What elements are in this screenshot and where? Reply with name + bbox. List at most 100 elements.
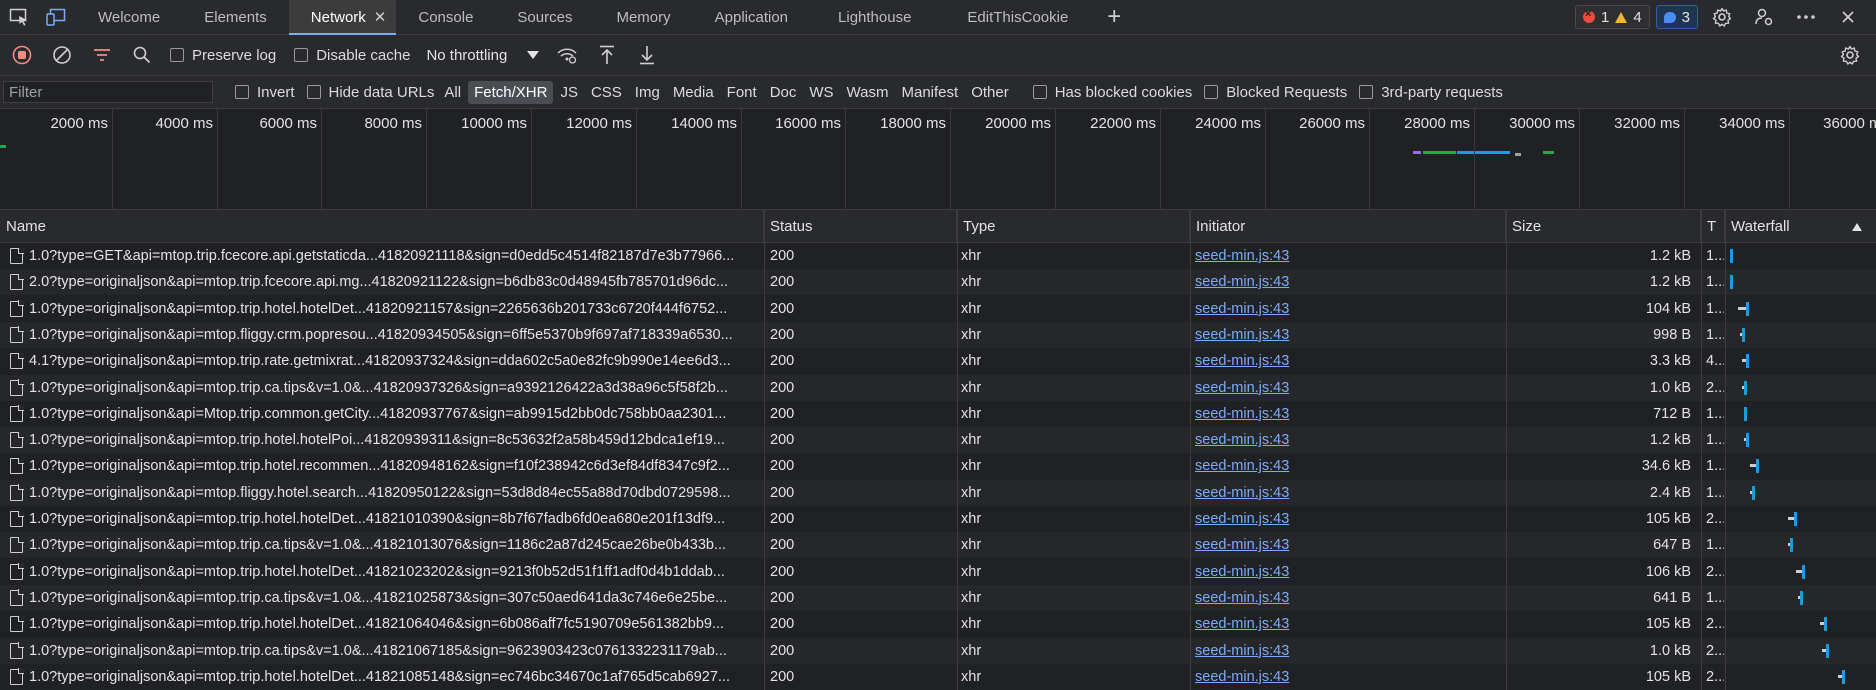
tab-memory[interactable]: Memory: [594, 0, 692, 34]
initiator-link-text[interactable]: seed-min.js:43: [1195, 537, 1289, 553]
tab-network[interactable]: Network ✕: [288, 0, 397, 35]
initiator-link[interactable]: seed-min.js:43: [1195, 559, 1505, 585]
blocked-requests-checkbox[interactable]: Blocked Requests: [1196, 84, 1351, 101]
search-icon[interactable]: [122, 35, 162, 75]
hide-data-urls-box[interactable]: [306, 85, 321, 99]
initiator-link-text[interactable]: seed-min.js:43: [1195, 301, 1289, 317]
table-row[interactable]: 1.0?type=originaljson&api=mtop.trip.ca.t…: [0, 374, 1876, 401]
column-header-waterfall[interactable]: Waterfall: [1725, 210, 1876, 243]
request-name-cell[interactable]: 1.0?type=originaljson&api=mtop.trip.hote…: [0, 296, 764, 322]
table-row[interactable]: 1.0?type=originaljson&api=mtop.fliggy.ho…: [0, 479, 1876, 506]
initiator-link[interactable]: seed-min.js:43: [1195, 480, 1505, 506]
column-header-type[interactable]: Type: [957, 210, 1190, 243]
type-filter-img[interactable]: Img: [629, 81, 666, 104]
preserve-log-checkbox[interactable]: Preserve log: [162, 47, 286, 64]
table-row[interactable]: 1.0?type=originaljson&api=mtop.trip.ca.t…: [0, 637, 1876, 664]
type-filter-css[interactable]: CSS: [585, 81, 628, 104]
type-filter-font[interactable]: Font: [721, 81, 763, 104]
table-row[interactable]: 4.1?type=originaljson&api=mtop.trip.rate…: [0, 348, 1876, 375]
initiator-link[interactable]: seed-min.js:43: [1195, 638, 1505, 664]
disable-cache-checkbox[interactable]: Disable cache: [286, 47, 420, 64]
column-header-initiator[interactable]: Initiator: [1190, 210, 1506, 243]
type-filter-fetch-xhr[interactable]: Fetch/XHR: [468, 80, 554, 104]
settings-gear-icon[interactable]: [1704, 0, 1740, 34]
table-row[interactable]: 1.0?type=originaljson&api=mtop.trip.hote…: [0, 663, 1876, 690]
tab-console[interactable]: Console: [396, 0, 495, 34]
initiator-link-text[interactable]: seed-min.js:43: [1195, 643, 1289, 659]
clear-icon[interactable]: [42, 35, 82, 75]
column-divider[interactable]: [1190, 210, 1191, 690]
import-har-icon[interactable]: [587, 35, 627, 75]
table-row[interactable]: 1.0?type=originaljson&api=mtop.trip.hote…: [0, 427, 1876, 454]
network-conditions-icon[interactable]: [547, 35, 587, 75]
device-toolbar-icon[interactable]: [38, 0, 76, 34]
type-filter-doc[interactable]: Doc: [764, 81, 803, 104]
table-row[interactable]: 1.0?type=originaljson&api=Mtop.trip.comm…: [0, 400, 1876, 427]
initiator-link-text[interactable]: seed-min.js:43: [1195, 564, 1289, 580]
inspect-element-icon[interactable]: [0, 0, 38, 34]
initiator-link[interactable]: seed-min.js:43: [1195, 453, 1505, 479]
blocked-requests-box[interactable]: [1204, 85, 1219, 99]
initiator-link-text[interactable]: seed-min.js:43: [1195, 327, 1289, 343]
table-row[interactable]: 1.0?type=originaljson&api=mtop.trip.ca.t…: [0, 584, 1876, 611]
has-blocked-cookies-box[interactable]: [1032, 85, 1047, 99]
column-header-size[interactable]: Size: [1506, 210, 1701, 243]
initiator-link-text[interactable]: seed-min.js:43: [1195, 590, 1289, 606]
close-tab-icon[interactable]: ✕: [374, 8, 387, 26]
request-name-cell[interactable]: 1.0?type=GET&api=mtop.trip.fcecore.api.g…: [0, 243, 764, 269]
filter-icon[interactable]: [82, 35, 122, 75]
request-name-cell[interactable]: 1.0?type=originaljson&api=mtop.trip.hote…: [0, 559, 764, 585]
initiator-link[interactable]: seed-min.js:43: [1195, 611, 1505, 637]
initiator-link-text[interactable]: seed-min.js:43: [1195, 406, 1289, 422]
tab-sources[interactable]: Sources: [495, 0, 594, 34]
tab-welcome[interactable]: Welcome: [76, 0, 182, 34]
type-filter-media[interactable]: Media: [667, 81, 720, 104]
initiator-link[interactable]: seed-min.js:43: [1195, 532, 1505, 558]
request-name-cell[interactable]: 1.0?type=originaljson&api=mtop.trip.hote…: [0, 664, 764, 690]
table-row[interactable]: 1.0?type=originaljson&api=mtop.trip.ca.t…: [0, 532, 1876, 559]
column-divider[interactable]: [1506, 210, 1507, 690]
initiator-link-text[interactable]: seed-min.js:43: [1195, 511, 1289, 527]
network-settings-gear-icon[interactable]: [1830, 35, 1870, 75]
invert-box[interactable]: [235, 85, 249, 99]
tab-editthiscookie[interactable]: EditThisCookie: [939, 0, 1096, 34]
table-row[interactable]: 1.0?type=originaljson&api=mtop.fliggy.cr…: [0, 321, 1876, 348]
table-row[interactable]: 1.0?type=originaljson&api=mtop.trip.hote…: [0, 506, 1876, 532]
initiator-link[interactable]: seed-min.js:43: [1195, 269, 1505, 295]
initiator-link-text[interactable]: seed-min.js:43: [1195, 458, 1289, 474]
issues-counter[interactable]: 1 4: [1574, 5, 1650, 29]
initiator-link[interactable]: seed-min.js:43: [1195, 664, 1505, 690]
initiator-link[interactable]: seed-min.js:43: [1195, 296, 1505, 322]
type-filter-ws[interactable]: WS: [803, 81, 839, 104]
initiator-link[interactable]: seed-min.js:43: [1195, 243, 1505, 269]
initiator-link[interactable]: seed-min.js:43: [1195, 401, 1505, 427]
disable-cache-box[interactable]: [294, 48, 309, 62]
request-name-cell[interactable]: 1.0?type=originaljson&api=mtop.trip.hote…: [0, 427, 764, 453]
column-header-status[interactable]: Status: [764, 210, 957, 243]
type-filter-wasm[interactable]: Wasm: [841, 81, 895, 104]
column-header-time[interactable]: T: [1701, 210, 1725, 243]
request-name-cell[interactable]: 1.0?type=originaljson&api=Mtop.trip.comm…: [0, 401, 764, 427]
table-row[interactable]: 1.0?type=originaljson&api=mtop.trip.hote…: [0, 453, 1876, 480]
column-divider[interactable]: [764, 210, 765, 690]
initiator-link-text[interactable]: seed-min.js:43: [1195, 380, 1289, 396]
request-name-cell[interactable]: 1.0?type=originaljson&api=mtop.trip.ca.t…: [0, 585, 764, 611]
column-divider[interactable]: [1701, 210, 1702, 690]
initiator-link[interactable]: seed-min.js:43: [1195, 375, 1505, 401]
request-name-cell[interactable]: 1.0?type=originaljson&api=mtop.trip.hote…: [0, 611, 764, 637]
column-divider[interactable]: [1725, 210, 1726, 690]
table-row[interactable]: 1.0?type=originaljson&api=mtop.trip.hote…: [0, 295, 1876, 322]
table-row[interactable]: 1.0?type=originaljson&api=mtop.trip.hote…: [0, 558, 1876, 585]
request-name-cell[interactable]: 1.0?type=originaljson&api=mtop.trip.hote…: [0, 506, 764, 532]
third-party-box[interactable]: [1359, 85, 1374, 99]
request-name-cell[interactable]: 1.0?type=originaljson&api=mtop.trip.ca.t…: [0, 638, 764, 664]
type-filter-all[interactable]: All: [438, 81, 467, 104]
initiator-link[interactable]: seed-min.js:43: [1195, 506, 1505, 532]
initiator-link[interactable]: seed-min.js:43: [1195, 427, 1505, 453]
overview-timeline[interactable]: 2000 ms 4000 ms 6000 ms 8000 ms 10000 ms 1200…: [0, 109, 1876, 210]
customize-account-icon[interactable]: [1746, 0, 1782, 34]
stop-recording-icon[interactable]: [2, 35, 42, 75]
more-tools-plus-icon[interactable]: +: [1096, 0, 1132, 34]
has-blocked-cookies-checkbox[interactable]: Has blocked cookies: [1025, 84, 1197, 101]
tab-elements[interactable]: Elements: [182, 0, 289, 34]
